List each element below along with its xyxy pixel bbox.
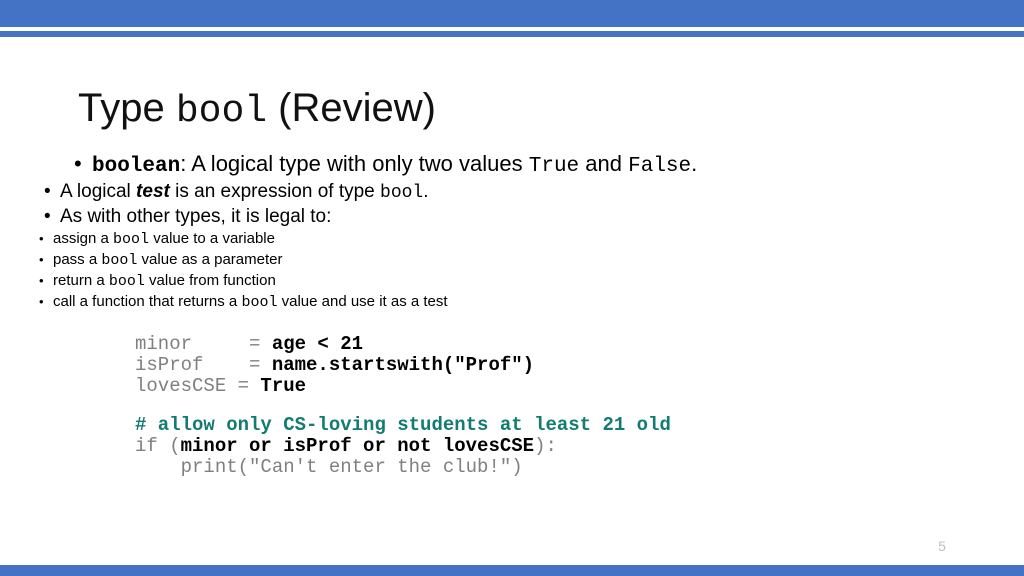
- list-item-boolean: • boolean: A logical type with only two v…: [74, 150, 1024, 180]
- code-bool: bool: [380, 183, 424, 203]
- code-minor-assign: minor =: [135, 333, 272, 355]
- list-item-call-function: • call a function that returns a bool val…: [39, 292, 1024, 313]
- level1-text-c: .: [691, 151, 698, 176]
- slide-body: • boolean: A logical type with only two v…: [0, 150, 1024, 313]
- bullet-dot-icon: •: [39, 231, 44, 246]
- code-line-minor: minor = age < 21: [135, 334, 671, 355]
- title-text-suffix: (Review): [267, 85, 436, 130]
- code-comment: # allow only CS-loving students at least…: [135, 414, 671, 436]
- title-code-bool: bool: [175, 89, 268, 133]
- code-isprof-expression: name.startswith("Prof"): [271, 354, 535, 376]
- list-item-logical-test: • A logical test is an expression of type…: [44, 180, 1024, 205]
- code-if-close: ):: [534, 435, 557, 457]
- level3-text-b: value and use it as a test: [277, 293, 448, 310]
- code-lovescse-assign: lovesCSE =: [135, 375, 261, 397]
- code-bool: bool: [113, 231, 150, 248]
- level2-text-c: .: [423, 181, 429, 202]
- code-line-lovescse: lovesCSE = True: [135, 376, 671, 397]
- level2-text-b: is an expression of type: [169, 181, 381, 202]
- code-if-condition: minor or isProf or not lovesCSE: [180, 435, 535, 457]
- bottom-accent-bar: [0, 565, 1024, 576]
- list-item-legal-to: • As with other types, it is legal to:: [44, 205, 1024, 229]
- code-if-keyword: if (: [135, 435, 181, 457]
- code-print-statement: print("Can't enter the club!"): [135, 456, 523, 478]
- level2-text-a: A logical: [60, 181, 137, 202]
- bullet-dot-icon: •: [74, 151, 82, 176]
- bullet-dot-icon: •: [39, 252, 44, 267]
- code-minor-expression: age < 21: [271, 333, 364, 355]
- bullet-list-level2: • A logical test is an expression of type…: [0, 180, 1024, 229]
- code-bool: bool: [241, 294, 278, 311]
- list-item-pass: • pass a bool value as a parameter: [39, 250, 1024, 271]
- bullet-dot-icon: •: [44, 206, 51, 227]
- level3-text-b: value to a variable: [149, 230, 275, 247]
- code-line-isprof: isProf = name.startswith("Prof"): [135, 355, 671, 376]
- level1-text-a: : A logical type with only two values: [180, 151, 529, 176]
- bullet-list-level1: • boolean: A logical type with only two v…: [0, 150, 1024, 180]
- code-true: True: [528, 155, 580, 178]
- code-bool: bool: [101, 252, 138, 269]
- level2-text-a: As with other types, it is legal to:: [60, 206, 332, 227]
- page-number: 5: [938, 538, 946, 554]
- code-line-comment: # allow only CS-loving students at least…: [135, 415, 671, 436]
- list-item-assign: • assign a bool value to a variable: [39, 229, 1024, 250]
- code-block: minor = age < 21 isProf = name.startswith…: [135, 334, 671, 478]
- code-line-print: print("Can't enter the club!"): [135, 457, 671, 478]
- level3-text-a: return a: [53, 272, 109, 289]
- bullet-list-level3: • assign a bool value to a variable • pass…: [0, 229, 1024, 313]
- level3-text-b: value from function: [144, 272, 276, 289]
- code-isprof-assign: isProf =: [135, 354, 272, 376]
- level1-text-b: and: [579, 151, 629, 176]
- term-boolean: boolean: [92, 155, 181, 178]
- level3-text-a: call a function that returns a: [53, 293, 242, 310]
- bullet-dot-icon: •: [39, 294, 44, 309]
- top-accent-bar: [0, 0, 1024, 27]
- level3-text-b: value as a parameter: [137, 251, 283, 268]
- bullet-dot-icon: •: [44, 181, 51, 202]
- list-item-return: • return a bool value from function: [39, 271, 1024, 292]
- code-line-if: if (minor or isProf or not lovesCSE):: [135, 436, 671, 457]
- code-false: False: [628, 155, 692, 178]
- code-lovescse-expression: True: [260, 375, 307, 397]
- top-accent-rule: [0, 31, 1024, 37]
- page-title: Type bool (Review): [78, 83, 436, 137]
- level3-text-a: pass a: [53, 251, 102, 268]
- level3-text-a: assign a: [53, 230, 114, 247]
- bullet-dot-icon: •: [39, 273, 44, 288]
- code-bool: bool: [108, 273, 145, 290]
- emphasis-test: test: [136, 181, 170, 202]
- title-text-prefix: Type: [78, 85, 176, 130]
